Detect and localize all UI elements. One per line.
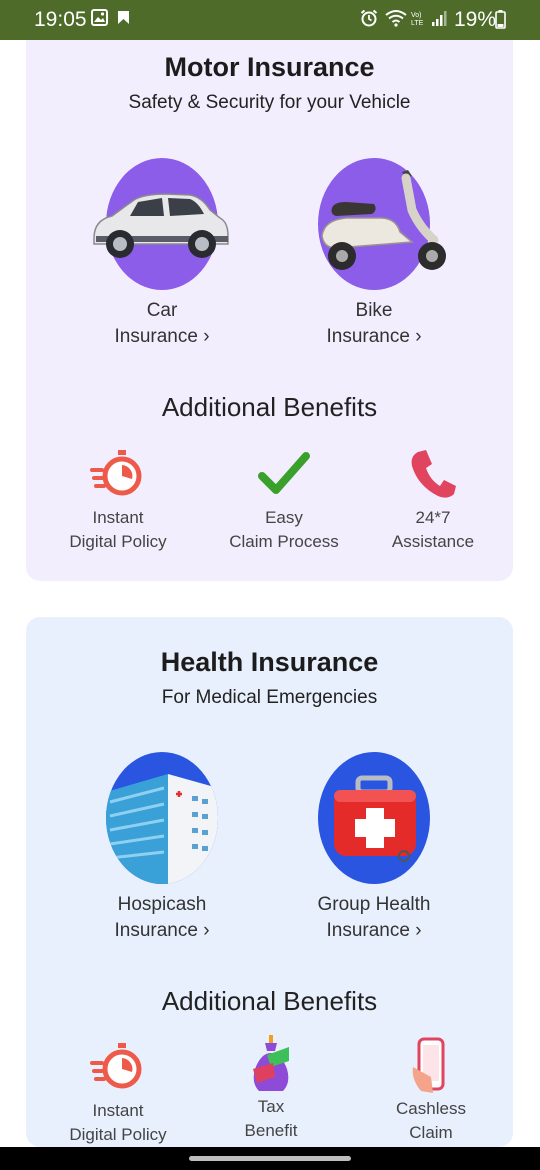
volte-icon: Vo) LTE bbox=[410, 10, 427, 32]
health-benefit-3-line2: Claim bbox=[409, 1123, 453, 1142]
battery-icon bbox=[495, 10, 506, 34]
bike-insurance-label: Bike Insurance › bbox=[294, 298, 454, 350]
car-insurance-button[interactable]: Car Insurance › bbox=[82, 158, 242, 350]
health-subtitle: For Medical Emergencies bbox=[161, 687, 378, 708]
checkmark-icon bbox=[209, 446, 359, 502]
health-insurance-card: Health Insurance For Medical Emergencies… bbox=[26, 617, 513, 1147]
motor-benefit-assistance: 24*7 Assistance bbox=[358, 446, 508, 554]
motor-benefit-instant-policy: Instant Digital Policy bbox=[43, 446, 193, 554]
health-benefit-tax: Tax Benefit bbox=[196, 1031, 346, 1143]
bike-insurance-line1: Bike bbox=[355, 300, 393, 321]
scooter-icon bbox=[318, 158, 446, 290]
mobile-phone-icon bbox=[356, 1037, 506, 1095]
phone-icon bbox=[358, 446, 508, 502]
first-aid-kit-icon bbox=[318, 752, 430, 884]
fast-timer-icon bbox=[43, 446, 193, 502]
hospicash-insurance-label: Hospicash Insurance › bbox=[82, 892, 242, 944]
group-health-line1: Group Health bbox=[317, 894, 431, 915]
health-benefit-instant-policy: Instant Digital Policy bbox=[43, 1039, 193, 1147]
signal-icon bbox=[431, 9, 447, 32]
status-time: 19:05 bbox=[34, 8, 87, 31]
gallery-icon bbox=[91, 9, 108, 31]
svg-text:LTE: LTE bbox=[411, 20, 424, 27]
group-health-insurance-button[interactable]: Group Health Insurance › bbox=[294, 752, 454, 944]
home-gesture-handle[interactable] bbox=[189, 1156, 351, 1161]
notification-icon bbox=[116, 9, 131, 31]
health-benefit-1-line1: Instant bbox=[92, 1101, 144, 1120]
bike-insurance-line2: Insurance › bbox=[326, 326, 422, 347]
car-insurance-line1: Car bbox=[146, 300, 178, 321]
health-benefits-title: Additional Benefits bbox=[161, 986, 378, 1016]
health-benefit-2-line2: Benefit bbox=[244, 1121, 298, 1140]
alarm-icon bbox=[360, 9, 378, 32]
status-bar: 19:05 Vo) LTE 19% bbox=[0, 0, 540, 40]
motor-benefit-2-line2: Claim Process bbox=[229, 532, 339, 551]
motor-title: Motor Insurance bbox=[164, 52, 375, 82]
health-benefit-cashless: Cashless Claim bbox=[356, 1037, 506, 1145]
money-bag-icon bbox=[196, 1031, 346, 1095]
hospital-icon bbox=[106, 752, 218, 884]
health-benefit-1-line2: Digital Policy bbox=[69, 1125, 167, 1144]
health-benefit-2-line1: Tax bbox=[257, 1097, 285, 1116]
health-title: Health Insurance bbox=[160, 647, 379, 677]
hospicash-insurance-button[interactable]: Hospicash Insurance › bbox=[82, 752, 242, 944]
motor-benefit-2-line1: Easy bbox=[265, 508, 303, 527]
motor-benefits-title: Additional Benefits bbox=[161, 392, 378, 422]
car-insurance-line2: Insurance › bbox=[114, 326, 210, 347]
wifi-calling-icon bbox=[385, 9, 407, 32]
svg-text:Vo): Vo) bbox=[411, 12, 422, 19]
hospicash-line1: Hospicash bbox=[117, 894, 207, 915]
health-benefit-3-line1: Cashless bbox=[396, 1099, 466, 1118]
hospicash-line2: Insurance › bbox=[114, 920, 210, 941]
motor-benefit-1-line1: Instant bbox=[92, 508, 144, 527]
bike-insurance-button[interactable]: Bike Insurance › bbox=[294, 158, 454, 350]
motor-insurance-card: Motor Insurance Safety & Security for yo… bbox=[26, 40, 513, 581]
car-icon bbox=[93, 158, 229, 290]
motor-subtitle: Safety & Security for your Vehicle bbox=[128, 92, 411, 113]
group-health-label: Group Health Insurance › bbox=[294, 892, 454, 944]
battery-percent: 19% bbox=[454, 8, 497, 31]
fast-timer-icon bbox=[43, 1039, 193, 1095]
car-insurance-label: Car Insurance › bbox=[82, 298, 242, 350]
motor-benefit-easy-claim: Easy Claim Process bbox=[209, 446, 359, 554]
navigation-bar bbox=[0, 1147, 540, 1170]
group-health-line2: Insurance › bbox=[326, 920, 422, 941]
motor-benefit-3-line2: Assistance bbox=[391, 532, 475, 551]
motor-benefit-3-line1: 24*7 bbox=[415, 508, 451, 527]
motor-benefit-1-line2: Digital Policy bbox=[69, 532, 167, 551]
